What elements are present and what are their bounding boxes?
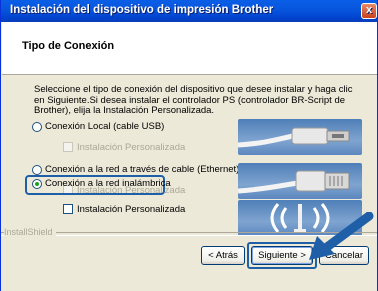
radio-wireless-label: Conexión a la red inalámbrica bbox=[45, 178, 171, 189]
radio-button[interactable] bbox=[32, 164, 42, 175]
usb-cable-icon bbox=[237, 119, 362, 155]
next-button[interactable]: Siguiente > bbox=[251, 246, 313, 265]
checkbox-custom-wireless-label: Instalación Personalizada bbox=[77, 204, 186, 215]
header-panel: Tipo de Conexión bbox=[2, 22, 377, 75]
installshield-brand: InstallShield bbox=[4, 227, 56, 237]
checkbox-custom-usb-label: Instalación Personalizada bbox=[77, 142, 186, 153]
window-title: Instalación del dispositivo de impresión… bbox=[10, 4, 274, 16]
radio-wireless[interactable]: Conexión a la red inalámbrica bbox=[32, 178, 171, 192]
radio-ethernet-label: Conexión a la red a través de cable (Eth… bbox=[45, 164, 240, 175]
radio-button[interactable] bbox=[32, 121, 42, 132]
checkbox[interactable] bbox=[63, 204, 73, 215]
close-button[interactable]: x bbox=[361, 3, 377, 19]
radio-button-selected[interactable] bbox=[32, 178, 42, 189]
checkbox-custom-usb[interactable]: Instalación Personalizada bbox=[63, 142, 185, 155]
radio-usb-label: Conexión Local (cable USB) bbox=[45, 121, 165, 132]
checkbox[interactable] bbox=[63, 142, 73, 153]
checkbox-custom-wireless[interactable]: Instalación Personalizada bbox=[63, 204, 185, 217]
radio-usb[interactable]: Conexión Local (cable USB) bbox=[32, 121, 164, 135]
page-title: Tipo de Conexión bbox=[22, 40, 115, 52]
description-text: Seleccione el tipo de conexión del dispo… bbox=[34, 84, 353, 116]
pointer-arrow-icon bbox=[309, 212, 374, 260]
title-bar: Instalación del dispositivo de impresión… bbox=[1, 0, 377, 22]
back-button[interactable]: < Atrás bbox=[201, 246, 245, 265]
ethernet-cable-icon bbox=[237, 163, 362, 199]
installer-window: Instalación del dispositivo de impresión… bbox=[0, 0, 378, 291]
